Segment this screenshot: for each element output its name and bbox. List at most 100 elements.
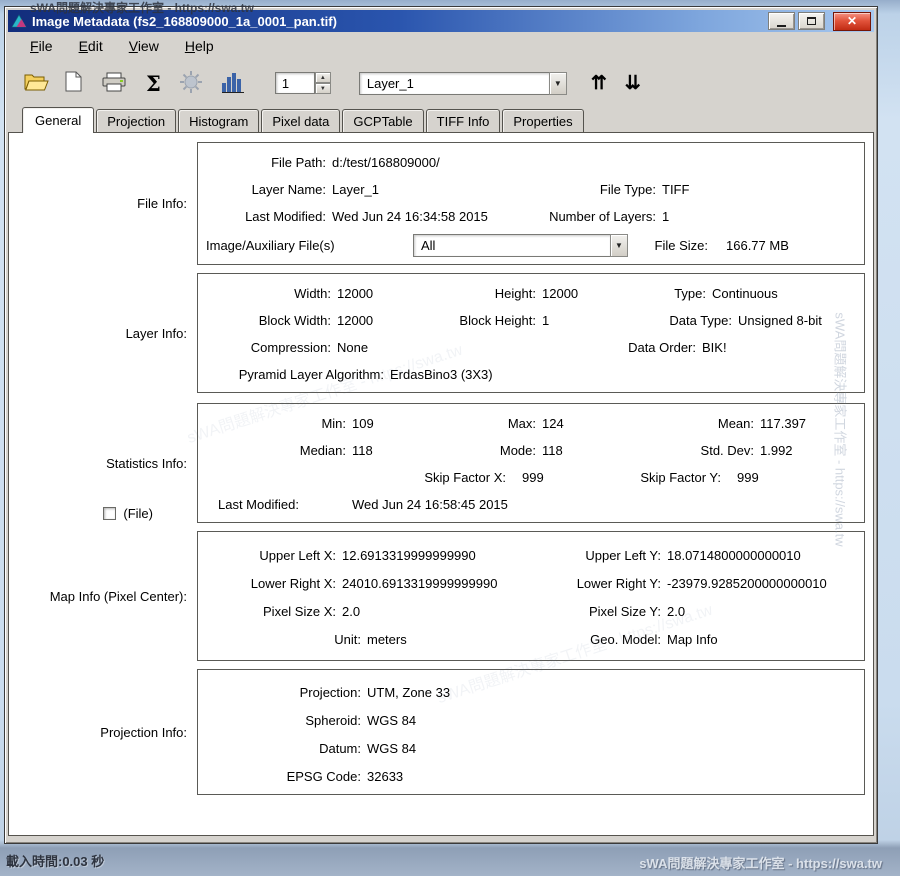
file-stats-checkbox-label: (File) [123,506,153,521]
data-type-label: Data Type: [666,313,732,328]
block-width-value: 12000 [337,313,373,328]
maximize-button[interactable] [798,12,825,30]
tab-strip: General Projection Histogram Pixel data … [8,106,874,132]
image-metadata-window: Image Metadata (fs2_168809000_1a_0001_pa… [4,6,878,844]
spheroid-value: WGS 84 [367,713,416,728]
width-value: 12000 [337,286,373,301]
map-info-box: Upper Left X: 12.6913319999999990 Upper … [197,531,865,661]
aux-files-select[interactable]: All ▼ [413,234,628,257]
layer-select-arrow-icon[interactable]: ▼ [549,72,567,95]
number-of-layers-value: 1 [662,209,669,224]
menu-file[interactable]: File [18,34,65,58]
projection-info-section-label: Projection Info: [9,669,197,795]
height-value: 12000 [542,286,578,301]
print-button[interactable] [102,72,126,95]
projection-value: UTM, Zone 33 [367,685,450,700]
compression-label: Compression: [206,340,331,355]
layer-select[interactable]: Layer_1 ▼ [359,72,567,95]
unit-label: Unit: [206,632,361,647]
file-path-label: File Path: [206,155,326,170]
file-size-value: 166.77 MB [726,238,789,253]
compute-statistics-button[interactable]: Σ [146,73,161,94]
file-stats-checkbox[interactable] [103,507,116,520]
file-info-box: File Path: d:/test/168809000/ Layer Name… [197,142,865,265]
max-value: 124 [542,416,564,431]
skip-factor-x-label: Skip Factor X: [396,470,506,485]
tab-gcptable[interactable]: GCPTable [342,109,423,132]
tab-histogram[interactable]: Histogram [178,109,259,132]
mode-value: 118 [542,443,563,458]
tab-pixel-data[interactable]: Pixel data [261,109,340,132]
stats-last-modified-value: Wed Jun 24 16:58:45 2015 [352,497,508,512]
median-label: Median: [206,443,346,458]
band-spinner-buttons: ▲ ▼ [315,72,331,94]
tab-properties[interactable]: Properties [502,109,583,132]
layer-info-section: Layer Info: Width: 12000 Height: 12000 T… [9,273,873,393]
stddev-label: Std. Dev: [686,443,754,458]
file-path-value: d:/test/168809000/ [332,155,440,170]
datum-label: Datum: [206,741,361,756]
band-spinner-value[interactable]: 1 [275,72,315,94]
layer-down-button[interactable]: ⇊ [625,74,641,93]
mean-value: 117.397 [760,416,806,431]
width-label: Width: [206,286,331,301]
lower-right-y-value: -23979.9285200000000010 [667,576,827,591]
aux-files-select-arrow-icon[interactable]: ▼ [610,234,628,257]
new-document-icon [65,71,82,95]
histogram-button[interactable] [221,71,245,96]
menu-view[interactable]: View [117,34,171,58]
toolbar: Σ 1 ▲ ▼ Layer_1 ▼ ⇈ ⇊ [8,60,874,106]
menu-edit[interactable]: Edit [67,34,115,58]
lower-right-x-value: 24010.6913319999999990 [342,576,497,591]
tab-page-general: File Info: File Path: d:/test/168809000/… [8,132,874,836]
file-type-label: File Type: [536,182,656,197]
geo-model-value: Map Info [667,632,718,647]
tab-tiff-info[interactable]: TIFF Info [426,109,501,132]
block-width-label: Block Width: [206,313,331,328]
app-icon [11,13,27,29]
pyramid-algorithm-value: ErdasBino3 (3X3) [390,367,493,382]
epsg-code-label: EPSG Code: [206,769,361,784]
new-file-button[interactable] [65,71,82,95]
layer-name-value: Layer_1 [332,182,379,197]
pyramid-button[interactable] [179,70,203,97]
file-last-modified-value: Wed Jun 24 16:34:58 2015 [332,209,488,224]
menu-help[interactable]: Help [173,34,226,58]
pyramid-algorithm-label: Pyramid Layer Algorithm: [206,367,384,382]
datum-value: WGS 84 [367,741,416,756]
projection-label: Projection: [206,685,361,700]
data-order-label: Data Order: [456,340,696,355]
upper-left-y-value: 18.0714800000000010 [667,548,801,563]
stddev-value: 1.992 [760,443,793,458]
lower-right-x-label: Lower Right X: [206,576,336,591]
minimize-button[interactable] [768,12,795,30]
band-spinner-up[interactable]: ▲ [315,72,331,83]
layer-select-value: Layer_1 [359,72,549,95]
geo-model-label: Geo. Model: [556,632,661,647]
tab-general[interactable]: General [22,107,94,133]
pixel-size-y-value: 2.0 [667,604,685,619]
layers-down-icon: ⇊ [625,74,641,93]
block-height-label: Block Height: [456,313,536,328]
max-label: Max: [486,416,536,431]
type-value: Continuous [712,286,778,301]
close-button[interactable]: ✕ [833,12,871,31]
pixel-size-x-value: 2.0 [342,604,360,619]
epsg-code-value: 32633 [367,769,403,784]
open-file-button[interactable] [24,72,49,95]
statistics-box: Min: 109 Max: 124 Mean: 117.397 Median: [197,403,865,523]
lower-right-y-label: Lower Right Y: [556,576,661,591]
band-spinner[interactable]: 1 ▲ ▼ [275,72,331,94]
mode-label: Mode: [486,443,536,458]
sigma-icon: Σ [146,73,161,94]
layer-up-button[interactable]: ⇈ [591,74,607,93]
upper-left-x-label: Upper Left X: [206,548,336,563]
band-spinner-down[interactable]: ▼ [315,83,331,94]
titlebar[interactable]: Image Metadata (fs2_168809000_1a_0001_pa… [8,10,874,32]
number-of-layers-label: Number of Layers: [536,209,656,224]
map-info-section-label: Map Info (Pixel Center): [9,531,197,661]
statistics-section: Statistics Info: (File) Min: 109 Max: 12… [9,403,873,523]
tab-projection[interactable]: Projection [96,109,176,132]
gear-icon [179,70,203,97]
statistics-section-label: Statistics Info: (File) [9,403,197,523]
